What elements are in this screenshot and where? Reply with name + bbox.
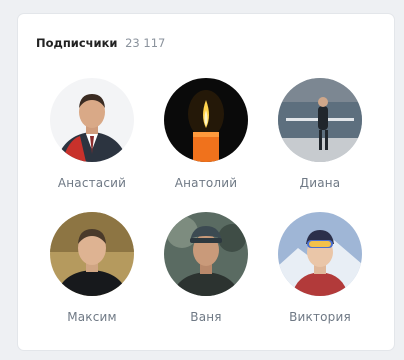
follower-avatar-5[interactable]: [164, 212, 248, 296]
woman-by-water-photo: [278, 78, 362, 162]
follower-item-1[interactable]: Анастасий: [32, 78, 152, 190]
man-with-cap-photo: [164, 212, 248, 296]
followers-grid: Анастасий Анатолий Диана Максим Ваня Вик…: [18, 78, 394, 346]
followers-title: Подписчики: [36, 36, 118, 50]
follower-name-6: Виктория: [289, 310, 351, 324]
followers-header[interactable]: Подписчики 23 117: [36, 36, 165, 50]
follower-item-4[interactable]: Максим: [32, 212, 152, 324]
skier-photo: [278, 212, 362, 296]
follower-item-2[interactable]: Анатолий: [146, 78, 266, 190]
followers-count: 23 117: [125, 36, 166, 50]
follower-avatar-1[interactable]: [50, 78, 134, 162]
follower-name-2: Анатолий: [174, 176, 238, 190]
follower-avatar-4[interactable]: [50, 212, 134, 296]
follower-item-3[interactable]: Диана: [260, 78, 380, 190]
follower-name-4: Максим: [67, 310, 117, 324]
follower-avatar-2[interactable]: [164, 78, 248, 162]
follower-name-5: Ваня: [190, 310, 222, 324]
follower-name-1: Анастасий: [57, 176, 127, 190]
followers-row-1: Анастасий Анатолий Диана: [18, 78, 394, 212]
followers-row-2: Максим Ваня Виктория: [18, 212, 394, 346]
man-portrait-photo: [50, 212, 134, 296]
follower-item-5[interactable]: Ваня: [146, 212, 266, 324]
follower-name-3: Диана: [299, 176, 341, 190]
candle-photo: [164, 78, 248, 162]
follower-avatar-6[interactable]: [278, 212, 362, 296]
followers-card: Подписчики 23 117 Анастасий Анатолий Диа…: [18, 14, 394, 350]
man-in-suit-photo: [50, 78, 134, 162]
follower-item-6[interactable]: Виктория: [260, 212, 380, 324]
follower-avatar-3[interactable]: [278, 78, 362, 162]
page: Подписчики 23 117 Анастасий Анатолий Диа…: [0, 0, 404, 360]
